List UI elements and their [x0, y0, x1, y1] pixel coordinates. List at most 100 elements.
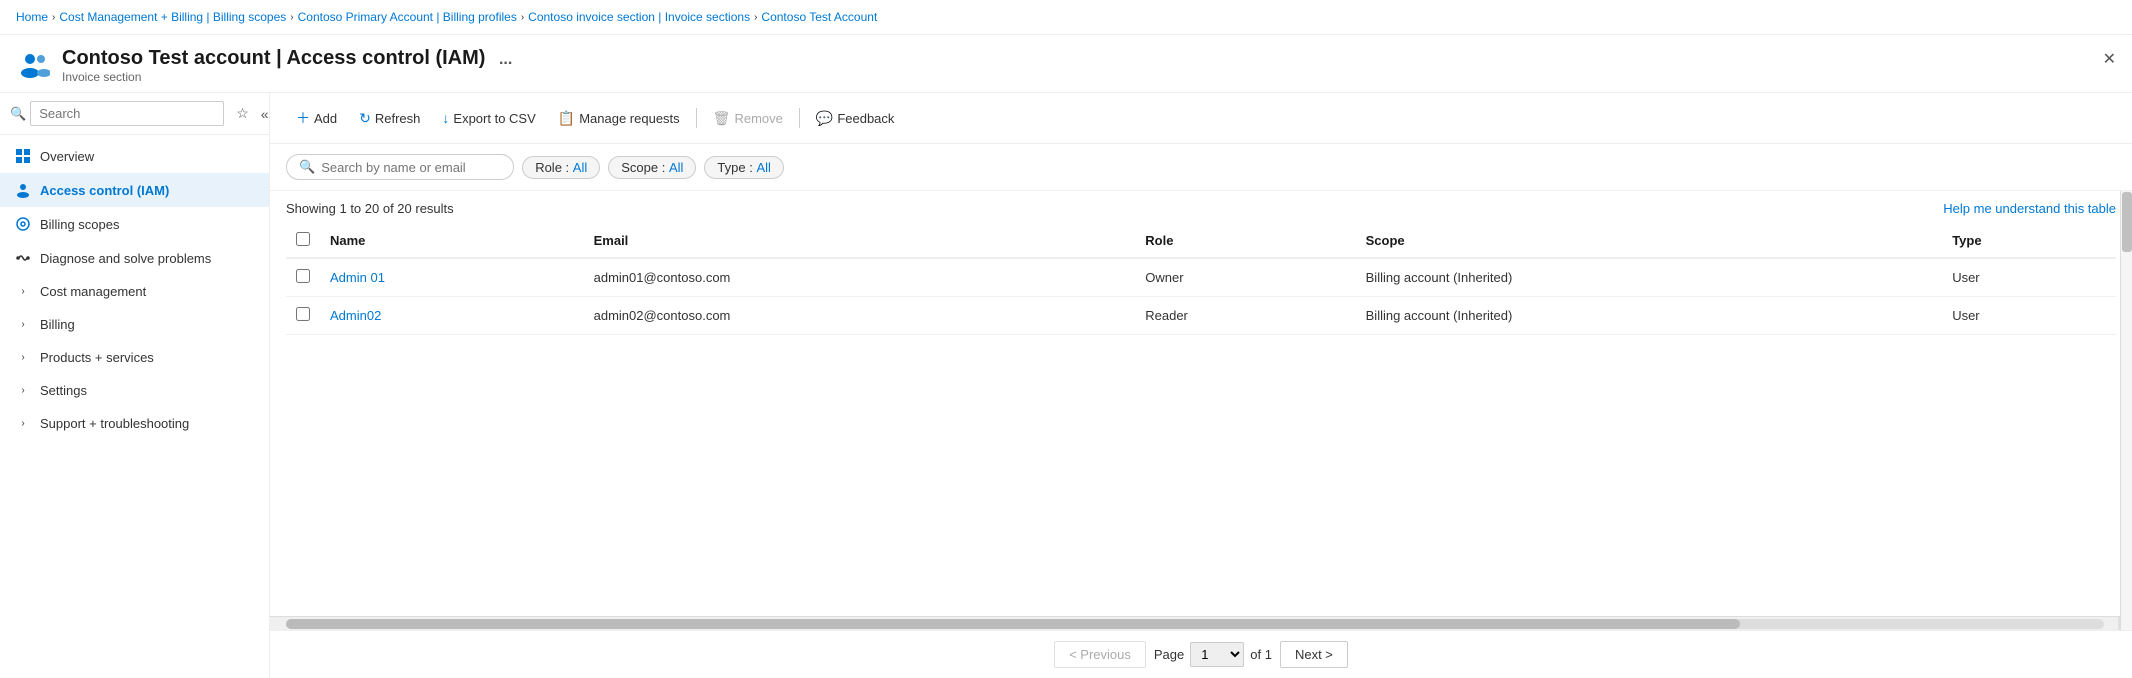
email-column-header[interactable]: Email: [584, 224, 1136, 258]
export-csv-button[interactable]: ↓ Export to CSV: [432, 105, 545, 131]
overview-icon: [14, 148, 32, 164]
breadcrumb-home[interactable]: Home: [16, 10, 48, 24]
refresh-label: Refresh: [375, 111, 421, 126]
sidebar-item-billing[interactable]: › Billing: [0, 308, 269, 341]
refresh-button[interactable]: ↻ Refresh: [349, 105, 430, 132]
table-section: Showing 1 to 20 of 20 results Help me un…: [270, 191, 2132, 630]
row-role-0: Owner: [1135, 258, 1355, 297]
chevron-right-products-icon: ›: [14, 352, 32, 363]
next-button[interactable]: Next >: [1280, 641, 1348, 668]
sidebar-item-overview[interactable]: Overview: [0, 139, 269, 173]
breadcrumb-test-account[interactable]: Contoso Test Account: [761, 10, 877, 24]
row-name-link-0[interactable]: Admin 01: [330, 270, 385, 285]
row-checkbox-input-0[interactable]: [296, 269, 310, 283]
type-filter-chip[interactable]: Type : All: [704, 156, 783, 179]
page-subtitle: Invoice section: [62, 70, 512, 84]
row-scope-0: Billing account (Inherited): [1356, 258, 1943, 297]
role-filter-sep: :: [562, 160, 573, 175]
sidebar-item-products-services[interactable]: › Products + services: [0, 341, 269, 374]
close-button[interactable]: ✕: [2103, 49, 2116, 69]
row-name-1: Admin02: [320, 297, 584, 335]
row-scope-1: Billing account (Inherited): [1356, 297, 1943, 335]
hscroll-thumb[interactable]: [286, 619, 1740, 629]
role-filter-value: All: [573, 160, 587, 175]
filter-search-icon: 🔍: [299, 159, 315, 175]
toolbar: ＋ Add ↻ Refresh ↓ Export to CSV 📋 Manage…: [270, 93, 2132, 144]
chevron-right-cost-icon: ›: [14, 286, 32, 297]
vscroll-thumb[interactable]: [2122, 192, 2132, 252]
sidebar-item-settings[interactable]: › Settings: [0, 374, 269, 407]
sidebar-item-access-control[interactable]: Access control (IAM): [0, 173, 269, 207]
add-icon: ＋: [296, 108, 310, 128]
search-input[interactable]: [30, 101, 224, 126]
table-wrapper: Showing 1 to 20 of 20 results Help me un…: [270, 191, 2132, 616]
scope-column-header[interactable]: Scope: [1356, 224, 1943, 258]
scope-filter-sep: :: [658, 160, 669, 175]
type-filter-value: All: [756, 160, 770, 175]
access-control-icon: [14, 182, 32, 198]
sidebar-item-label-access-control: Access control (IAM): [40, 183, 169, 198]
manage-requests-button[interactable]: 📋 Manage requests: [548, 105, 690, 132]
select-all-checkbox[interactable]: [296, 232, 310, 246]
main-layout: 🔍 ☆ « Overview: [0, 93, 2132, 678]
feedback-label: Feedback: [837, 111, 894, 126]
scope-filter-chip[interactable]: Scope : All: [608, 156, 696, 179]
header-ellipsis-button[interactable]: ...: [499, 51, 512, 68]
breadcrumb-sep-0: ›: [52, 12, 55, 23]
chevron-right-billing-icon: ›: [14, 319, 32, 330]
toolbar-separator-2: [799, 108, 800, 128]
add-button[interactable]: ＋ Add: [286, 103, 347, 133]
feedback-button[interactable]: 💬 Feedback: [806, 105, 905, 132]
row-checkbox-0[interactable]: [286, 258, 320, 297]
manage-label: Manage requests: [579, 111, 679, 126]
remove-button[interactable]: 🗑 Remove: [703, 105, 793, 132]
vertical-scrollbar[interactable]: [2120, 191, 2132, 630]
page-of-label: of 1: [1250, 647, 1272, 662]
help-link[interactable]: Help me understand this table: [1943, 201, 2116, 216]
type-filter-sep: :: [746, 160, 757, 175]
page-header: Contoso Test account | Access control (I…: [0, 35, 2132, 93]
feedback-icon: 💬: [816, 110, 833, 127]
row-checkbox-input-1[interactable]: [296, 307, 310, 321]
sidebar-item-billing-scopes[interactable]: Billing scopes: [0, 207, 269, 241]
sidebar-item-support[interactable]: › Support + troubleshooting: [0, 407, 269, 440]
sidebar-item-label-products-services: Products + services: [40, 350, 154, 365]
sidebar-item-diagnose[interactable]: Diagnose and solve problems: [0, 241, 269, 275]
search-icon: 🔍: [10, 106, 26, 122]
name-column-header[interactable]: Name: [320, 224, 584, 258]
type-filter-label: Type: [717, 160, 745, 175]
page-header-text: Contoso Test account | Access control (I…: [62, 47, 512, 84]
select-all-header[interactable]: [286, 224, 320, 258]
content-area: ＋ Add ↻ Refresh ↓ Export to CSV 📋 Manage…: [270, 93, 2132, 678]
row-email-0: admin01@contoso.com: [584, 258, 1136, 297]
page-label: Page: [1154, 647, 1184, 662]
previous-button[interactable]: < Previous: [1054, 641, 1146, 668]
add-label: Add: [314, 111, 337, 126]
row-checkbox-1[interactable]: [286, 297, 320, 335]
hscroll-track: [286, 619, 2104, 629]
breadcrumb-billing-profiles[interactable]: Contoso Primary Account | Billing profil…: [298, 10, 517, 24]
billing-scopes-icon: [14, 216, 32, 232]
pagination-bar: < Previous Page 1 of 1 Next >: [270, 630, 2132, 678]
row-name-link-1[interactable]: Admin02: [330, 308, 381, 323]
role-column-header[interactable]: Role: [1135, 224, 1355, 258]
page-title: Contoso Test account | Access control (I…: [62, 47, 512, 70]
sidebar-item-label-billing: Billing: [40, 317, 75, 332]
horizontal-scrollbar[interactable]: ›: [270, 616, 2132, 630]
breadcrumb-invoice-sections[interactable]: Contoso invoice section | Invoice sectio…: [528, 10, 750, 24]
type-column-header[interactable]: Type: [1942, 224, 2116, 258]
results-info-bar: Showing 1 to 20 of 20 results Help me un…: [286, 191, 2116, 224]
scope-filter-label: Scope: [621, 160, 658, 175]
table-row: Admin 01 admin01@contoso.com Owner Billi…: [286, 258, 2116, 297]
sidebar-item-cost-management[interactable]: › Cost management: [0, 275, 269, 308]
table-row: Admin02 admin02@contoso.com Reader Billi…: [286, 297, 2116, 335]
sidebar-item-label-billing-scopes: Billing scopes: [40, 217, 120, 232]
sidebar-item-label-diagnose: Diagnose and solve problems: [40, 251, 211, 266]
sidebar-item-label-cost-management: Cost management: [40, 284, 146, 299]
filter-search-input[interactable]: [321, 160, 501, 175]
breadcrumb-billing-scopes[interactable]: Cost Management + Billing | Billing scop…: [59, 10, 286, 24]
page-select[interactable]: 1: [1190, 642, 1244, 667]
role-filter-chip[interactable]: Role : All: [522, 156, 600, 179]
sidebar-star-button[interactable]: ☆: [232, 103, 253, 124]
row-type-0: User: [1942, 258, 2116, 297]
